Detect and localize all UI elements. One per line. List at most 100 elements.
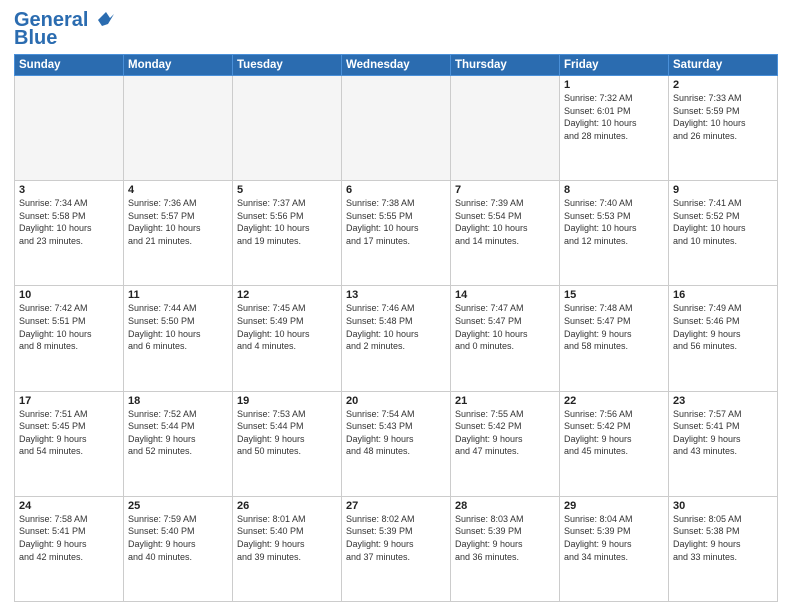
day-info: Sunrise: 7:51 AM Sunset: 5:45 PM Dayligh… bbox=[19, 408, 119, 458]
calendar-cell bbox=[233, 76, 342, 181]
day-number: 16 bbox=[673, 289, 773, 301]
day-header-thursday: Thursday bbox=[451, 55, 560, 76]
day-header-friday: Friday bbox=[560, 55, 669, 76]
logo: General Blue bbox=[14, 10, 114, 48]
calendar-week-3: 10Sunrise: 7:42 AM Sunset: 5:51 PM Dayli… bbox=[15, 286, 778, 391]
calendar-cell: 7Sunrise: 7:39 AM Sunset: 5:54 PM Daylig… bbox=[451, 181, 560, 286]
day-number: 29 bbox=[564, 500, 664, 512]
day-number: 14 bbox=[455, 289, 555, 301]
day-info: Sunrise: 7:32 AM Sunset: 6:01 PM Dayligh… bbox=[564, 92, 664, 142]
day-info: Sunrise: 7:45 AM Sunset: 5:49 PM Dayligh… bbox=[237, 302, 337, 352]
calendar-cell: 19Sunrise: 7:53 AM Sunset: 5:44 PM Dayli… bbox=[233, 391, 342, 496]
day-number: 11 bbox=[128, 289, 228, 301]
day-number: 12 bbox=[237, 289, 337, 301]
day-number: 22 bbox=[564, 395, 664, 407]
page: General Blue SundayMondayTuesdayWednesda… bbox=[0, 0, 792, 612]
calendar-cell: 6Sunrise: 7:38 AM Sunset: 5:55 PM Daylig… bbox=[342, 181, 451, 286]
calendar-cell: 11Sunrise: 7:44 AM Sunset: 5:50 PM Dayli… bbox=[124, 286, 233, 391]
calendar-cell: 23Sunrise: 7:57 AM Sunset: 5:41 PM Dayli… bbox=[669, 391, 778, 496]
day-info: Sunrise: 8:02 AM Sunset: 5:39 PM Dayligh… bbox=[346, 513, 446, 563]
day-number: 25 bbox=[128, 500, 228, 512]
calendar-cell: 3Sunrise: 7:34 AM Sunset: 5:58 PM Daylig… bbox=[15, 181, 124, 286]
day-header-wednesday: Wednesday bbox=[342, 55, 451, 76]
day-header-saturday: Saturday bbox=[669, 55, 778, 76]
day-info: Sunrise: 7:49 AM Sunset: 5:46 PM Dayligh… bbox=[673, 302, 773, 352]
calendar-week-1: 1Sunrise: 7:32 AM Sunset: 6:01 PM Daylig… bbox=[15, 76, 778, 181]
day-info: Sunrise: 7:41 AM Sunset: 5:52 PM Dayligh… bbox=[673, 197, 773, 247]
calendar-cell: 17Sunrise: 7:51 AM Sunset: 5:45 PM Dayli… bbox=[15, 391, 124, 496]
calendar-cell: 28Sunrise: 8:03 AM Sunset: 5:39 PM Dayli… bbox=[451, 496, 560, 601]
day-info: Sunrise: 7:34 AM Sunset: 5:58 PM Dayligh… bbox=[19, 197, 119, 247]
calendar-cell: 14Sunrise: 7:47 AM Sunset: 5:47 PM Dayli… bbox=[451, 286, 560, 391]
day-info: Sunrise: 7:37 AM Sunset: 5:56 PM Dayligh… bbox=[237, 197, 337, 247]
logo-bird-icon bbox=[92, 10, 114, 28]
day-info: Sunrise: 7:55 AM Sunset: 5:42 PM Dayligh… bbox=[455, 408, 555, 458]
day-number: 10 bbox=[19, 289, 119, 301]
calendar-cell: 8Sunrise: 7:40 AM Sunset: 5:53 PM Daylig… bbox=[560, 181, 669, 286]
day-info: Sunrise: 7:48 AM Sunset: 5:47 PM Dayligh… bbox=[564, 302, 664, 352]
calendar-table: SundayMondayTuesdayWednesdayThursdayFrid… bbox=[14, 54, 778, 602]
calendar-cell: 30Sunrise: 8:05 AM Sunset: 5:38 PM Dayli… bbox=[669, 496, 778, 601]
calendar-week-2: 3Sunrise: 7:34 AM Sunset: 5:58 PM Daylig… bbox=[15, 181, 778, 286]
calendar-cell: 5Sunrise: 7:37 AM Sunset: 5:56 PM Daylig… bbox=[233, 181, 342, 286]
logo-blue-text: Blue bbox=[14, 28, 57, 48]
calendar-cell: 22Sunrise: 7:56 AM Sunset: 5:42 PM Dayli… bbox=[560, 391, 669, 496]
day-header-monday: Monday bbox=[124, 55, 233, 76]
day-info: Sunrise: 7:47 AM Sunset: 5:47 PM Dayligh… bbox=[455, 302, 555, 352]
day-info: Sunrise: 7:36 AM Sunset: 5:57 PM Dayligh… bbox=[128, 197, 228, 247]
calendar-cell: 24Sunrise: 7:58 AM Sunset: 5:41 PM Dayli… bbox=[15, 496, 124, 601]
day-number: 8 bbox=[564, 184, 664, 196]
day-number: 20 bbox=[346, 395, 446, 407]
day-info: Sunrise: 7:56 AM Sunset: 5:42 PM Dayligh… bbox=[564, 408, 664, 458]
calendar-header-row: SundayMondayTuesdayWednesdayThursdayFrid… bbox=[15, 55, 778, 76]
calendar-cell bbox=[124, 76, 233, 181]
day-number: 15 bbox=[564, 289, 664, 301]
calendar-cell: 12Sunrise: 7:45 AM Sunset: 5:49 PM Dayli… bbox=[233, 286, 342, 391]
calendar-cell: 4Sunrise: 7:36 AM Sunset: 5:57 PM Daylig… bbox=[124, 181, 233, 286]
calendar-cell: 21Sunrise: 7:55 AM Sunset: 5:42 PM Dayli… bbox=[451, 391, 560, 496]
day-info: Sunrise: 7:42 AM Sunset: 5:51 PM Dayligh… bbox=[19, 302, 119, 352]
calendar-cell: 15Sunrise: 7:48 AM Sunset: 5:47 PM Dayli… bbox=[560, 286, 669, 391]
calendar-cell bbox=[342, 76, 451, 181]
day-info: Sunrise: 7:46 AM Sunset: 5:48 PM Dayligh… bbox=[346, 302, 446, 352]
day-number: 21 bbox=[455, 395, 555, 407]
day-header-sunday: Sunday bbox=[15, 55, 124, 76]
header: General Blue bbox=[14, 10, 778, 48]
calendar-cell: 2Sunrise: 7:33 AM Sunset: 5:59 PM Daylig… bbox=[669, 76, 778, 181]
day-number: 30 bbox=[673, 500, 773, 512]
calendar-cell: 13Sunrise: 7:46 AM Sunset: 5:48 PM Dayli… bbox=[342, 286, 451, 391]
day-number: 27 bbox=[346, 500, 446, 512]
day-number: 6 bbox=[346, 184, 446, 196]
day-info: Sunrise: 7:53 AM Sunset: 5:44 PM Dayligh… bbox=[237, 408, 337, 458]
day-number: 9 bbox=[673, 184, 773, 196]
day-number: 17 bbox=[19, 395, 119, 407]
day-number: 19 bbox=[237, 395, 337, 407]
day-number: 23 bbox=[673, 395, 773, 407]
calendar-cell: 1Sunrise: 7:32 AM Sunset: 6:01 PM Daylig… bbox=[560, 76, 669, 181]
day-info: Sunrise: 7:40 AM Sunset: 5:53 PM Dayligh… bbox=[564, 197, 664, 247]
day-header-tuesday: Tuesday bbox=[233, 55, 342, 76]
day-number: 26 bbox=[237, 500, 337, 512]
calendar-cell bbox=[15, 76, 124, 181]
day-number: 3 bbox=[19, 184, 119, 196]
calendar-cell: 27Sunrise: 8:02 AM Sunset: 5:39 PM Dayli… bbox=[342, 496, 451, 601]
day-number: 2 bbox=[673, 79, 773, 91]
day-info: Sunrise: 7:54 AM Sunset: 5:43 PM Dayligh… bbox=[346, 408, 446, 458]
day-info: Sunrise: 7:57 AM Sunset: 5:41 PM Dayligh… bbox=[673, 408, 773, 458]
day-number: 18 bbox=[128, 395, 228, 407]
day-number: 5 bbox=[237, 184, 337, 196]
day-number: 24 bbox=[19, 500, 119, 512]
calendar-cell: 10Sunrise: 7:42 AM Sunset: 5:51 PM Dayli… bbox=[15, 286, 124, 391]
calendar-cell: 20Sunrise: 7:54 AM Sunset: 5:43 PM Dayli… bbox=[342, 391, 451, 496]
calendar-cell: 25Sunrise: 7:59 AM Sunset: 5:40 PM Dayli… bbox=[124, 496, 233, 601]
day-number: 1 bbox=[564, 79, 664, 91]
calendar-cell: 18Sunrise: 7:52 AM Sunset: 5:44 PM Dayli… bbox=[124, 391, 233, 496]
day-number: 28 bbox=[455, 500, 555, 512]
day-info: Sunrise: 7:59 AM Sunset: 5:40 PM Dayligh… bbox=[128, 513, 228, 563]
day-info: Sunrise: 7:58 AM Sunset: 5:41 PM Dayligh… bbox=[19, 513, 119, 563]
day-info: Sunrise: 7:52 AM Sunset: 5:44 PM Dayligh… bbox=[128, 408, 228, 458]
calendar-week-5: 24Sunrise: 7:58 AM Sunset: 5:41 PM Dayli… bbox=[15, 496, 778, 601]
day-number: 13 bbox=[346, 289, 446, 301]
day-info: Sunrise: 8:03 AM Sunset: 5:39 PM Dayligh… bbox=[455, 513, 555, 563]
day-number: 7 bbox=[455, 184, 555, 196]
